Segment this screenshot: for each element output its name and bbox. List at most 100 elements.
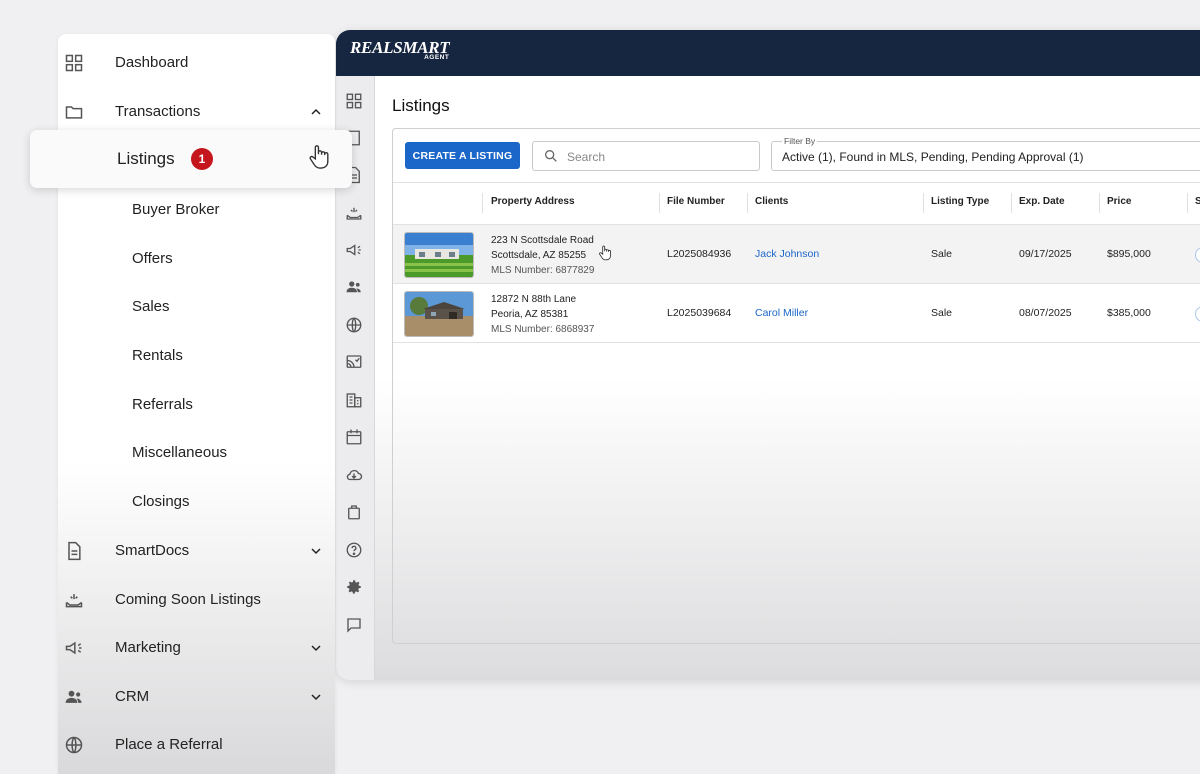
column-divider [1011, 193, 1012, 213]
main-content: Listings CREATE A LISTING Filter By Acti… [375, 76, 1200, 680]
listing-type: Sale [931, 307, 953, 319]
search-input[interactable] [565, 147, 749, 167]
hand-cursor-icon [308, 144, 330, 170]
sidebar-item-label: Place a Referral [115, 736, 223, 753]
realsmart-logo[interactable]: REALSMART AGENT [350, 39, 450, 62]
column-header-clients[interactable]: Clients [755, 196, 788, 207]
calendar-icon[interactable] [345, 428, 363, 446]
property-address[interactable]: 12872 N 88th Lane Peoria, AZ 85381 MLS N… [491, 292, 594, 337]
sidebar-subitem-sales[interactable]: Sales [58, 287, 335, 327]
table-row[interactable]: 223 N Scottsdale Road Scottsdale, AZ 852… [393, 225, 1200, 284]
coming-soon-icon [64, 590, 84, 610]
filter-select[interactable]: Filter By Active (1), Found in MLS, Pend… [771, 136, 1200, 171]
sidebar-subitem-buyer-broker[interactable]: Buyer Broker [58, 190, 335, 230]
dashboard-icon[interactable] [345, 92, 363, 110]
filter-value: Active (1), Found in MLS, Pending, Pendi… [782, 150, 1084, 164]
column-header-listing-type[interactable]: Listing Type [931, 196, 989, 207]
column-divider [1099, 193, 1100, 213]
property-photo[interactable] [404, 291, 474, 337]
bag-icon[interactable] [345, 503, 363, 521]
property-photo[interactable] [404, 232, 474, 278]
column-divider [747, 193, 748, 213]
status-indicator[interactable] [1195, 306, 1200, 322]
sidebar-item-smartdocs[interactable]: SmartDocs [58, 531, 335, 571]
sidebar-subitem-label: Referrals [132, 396, 193, 413]
mls-number: MLS Number: 6877829 [491, 265, 595, 276]
coming-soon-icon[interactable] [345, 204, 363, 222]
chevron-up-icon[interactable] [308, 104, 324, 120]
chevron-down-icon[interactable] [308, 689, 324, 705]
sidebar-subitem-closings[interactable]: Closings [58, 482, 335, 522]
sidebar-subitem-label: Listings [117, 149, 175, 168]
sidebar-subitem-label: Sales [132, 298, 170, 315]
mls-number: MLS Number: 6868937 [491, 324, 595, 335]
client-link[interactable]: Carol Miller [755, 307, 808, 319]
search-field[interactable] [532, 141, 760, 171]
sidebar-subitem-label: Buyer Broker [132, 201, 220, 218]
document-icon [64, 541, 84, 561]
chevron-down-icon[interactable] [308, 640, 324, 656]
price: $385,000 [1107, 307, 1151, 319]
column-header-exp-date[interactable]: Exp. Date [1019, 196, 1065, 207]
sidebar-subitem-label: Miscellaneous [132, 444, 228, 461]
property-address[interactable]: 223 N Scottsdale Road Scottsdale, AZ 852… [491, 233, 594, 278]
sidebar-subitem-label: Closings [132, 493, 190, 510]
sidebar-item-marketing[interactable]: Marketing [58, 628, 335, 668]
sidebar-subitem-label: Offers [132, 250, 173, 267]
column-divider [1187, 193, 1188, 213]
sidebar-subitem-miscellaneous[interactable]: Miscellaneous [58, 433, 335, 473]
column-header-price[interactable]: Price [1107, 196, 1131, 207]
sidebar-item-crm[interactable]: CRM [58, 677, 335, 717]
exp-date: 09/17/2025 [1019, 248, 1072, 260]
sidebar-item-transactions[interactable]: Transactions [58, 92, 335, 132]
globe-icon[interactable] [345, 316, 363, 334]
notification-badge: 1 [191, 148, 213, 170]
sidebar-subitem-listings[interactable]: Listings 1 [30, 130, 352, 188]
create-listing-button[interactable]: CREATE A LISTING [405, 142, 520, 169]
settings-icon[interactable] [345, 578, 363, 596]
sidebar-item-label: Transactions [115, 103, 201, 120]
cloud-download-icon[interactable] [345, 466, 363, 484]
sidebar-subitem-referrals[interactable]: Referrals [58, 385, 335, 425]
status-indicator[interactable] [1195, 247, 1200, 263]
column-divider [482, 193, 483, 213]
people-icon[interactable] [345, 278, 363, 296]
address-line1: 12872 N 88th Lane [491, 294, 577, 305]
dashboard-icon [64, 53, 84, 73]
people-icon [64, 687, 84, 707]
page-title: Listings [392, 96, 450, 115]
chevron-down-icon[interactable] [308, 543, 324, 559]
sidebar-item-label: Coming Soon Listings [115, 591, 261, 608]
sidebar-subitem-rentals[interactable]: Rentals [58, 336, 335, 376]
column-header-address[interactable]: Property Address [491, 196, 575, 207]
sidebar-item-label: Marketing [115, 639, 181, 656]
help-icon[interactable] [345, 541, 363, 559]
sidebar-item-place-a-referral[interactable]: Place a Referral [58, 725, 335, 765]
building-icon[interactable] [345, 391, 363, 409]
sidebar-item-dashboard[interactable]: Dashboard [58, 43, 335, 83]
file-number: L2025039684 [667, 307, 732, 319]
filter-label: Filter By [782, 136, 818, 146]
file-number: L2025084936 [667, 248, 732, 260]
address-line1: 223 N Scottsdale Road [491, 235, 594, 246]
client-link[interactable]: Jack Johnson [755, 248, 819, 260]
megaphone-icon[interactable] [345, 241, 363, 259]
table-row[interactable]: 12872 N 88th Lane Peoria, AZ 85381 MLS N… [393, 284, 1200, 343]
column-divider [923, 193, 924, 213]
sidebar-subitem-offers[interactable]: Offers [58, 239, 335, 279]
folder-icon [64, 102, 84, 122]
globe-icon [64, 735, 84, 755]
chat-icon[interactable] [345, 616, 363, 634]
sidebar-item-coming-soon-listings[interactable]: Coming Soon Listings [58, 580, 335, 620]
address-line2: Peoria, AZ 85381 [491, 309, 569, 320]
sidebar-item-label: Dashboard [115, 54, 189, 71]
cast-icon[interactable] [345, 353, 363, 371]
column-header-file-number[interactable]: File Number [667, 196, 725, 207]
listings-panel: CREATE A LISTING Filter By Active (1), F… [392, 128, 1200, 644]
top-bar: REALSMART AGENT [336, 30, 1200, 76]
sidebar-item-label: SmartDocs [115, 542, 190, 559]
megaphone-icon [64, 638, 84, 658]
column-divider [659, 193, 660, 213]
column-header-status[interactable]: S [1195, 196, 1200, 207]
hand-cursor-icon [599, 245, 611, 261]
